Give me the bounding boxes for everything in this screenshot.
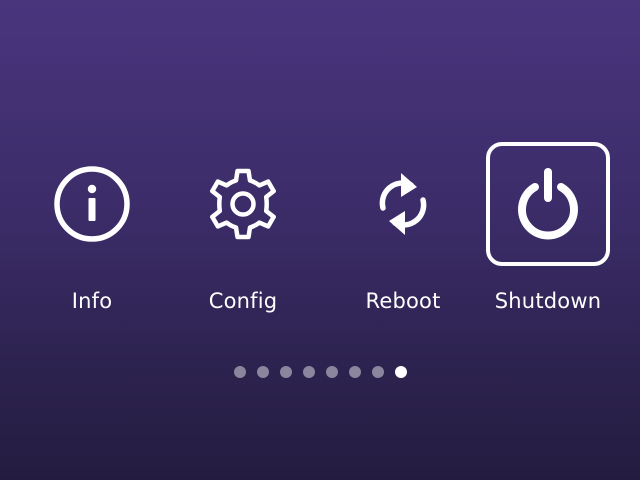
menu-label-config: Config (208, 289, 278, 313)
menu-item-config[interactable]: Config (168, 142, 318, 322)
info-icon (54, 166, 130, 242)
page-indicator (0, 365, 640, 379)
refresh-icon (379, 173, 427, 235)
page-dot-8-active[interactable] (394, 366, 407, 378)
page-dot-5[interactable] (325, 366, 338, 378)
page-dot-3[interactable] (279, 366, 292, 378)
menu-item-info[interactable]: Info (17, 142, 167, 322)
menu-item-reboot[interactable]: Reboot (328, 142, 478, 322)
page-dot-1[interactable] (233, 366, 246, 378)
page-dot-4[interactable] (302, 366, 315, 378)
gear-icon-box (181, 142, 305, 266)
page-dot-2[interactable] (256, 366, 269, 378)
refresh-icon-box (341, 142, 465, 266)
menu-label-shutdown: Shutdown (494, 289, 602, 313)
main-menu: Info Config Reboot Shutdown (0, 0, 640, 480)
menu-label-reboot: Reboot (365, 289, 441, 313)
menu-item-shutdown[interactable]: Shutdown (473, 142, 623, 322)
info-icon-box (30, 142, 154, 266)
page-dot-7[interactable] (371, 366, 384, 378)
menu-label-info: Info (71, 289, 113, 313)
gear-icon (210, 168, 276, 240)
power-icon (518, 168, 578, 240)
power-icon-box-selected (486, 142, 610, 266)
page-dot-6[interactable] (348, 366, 361, 378)
